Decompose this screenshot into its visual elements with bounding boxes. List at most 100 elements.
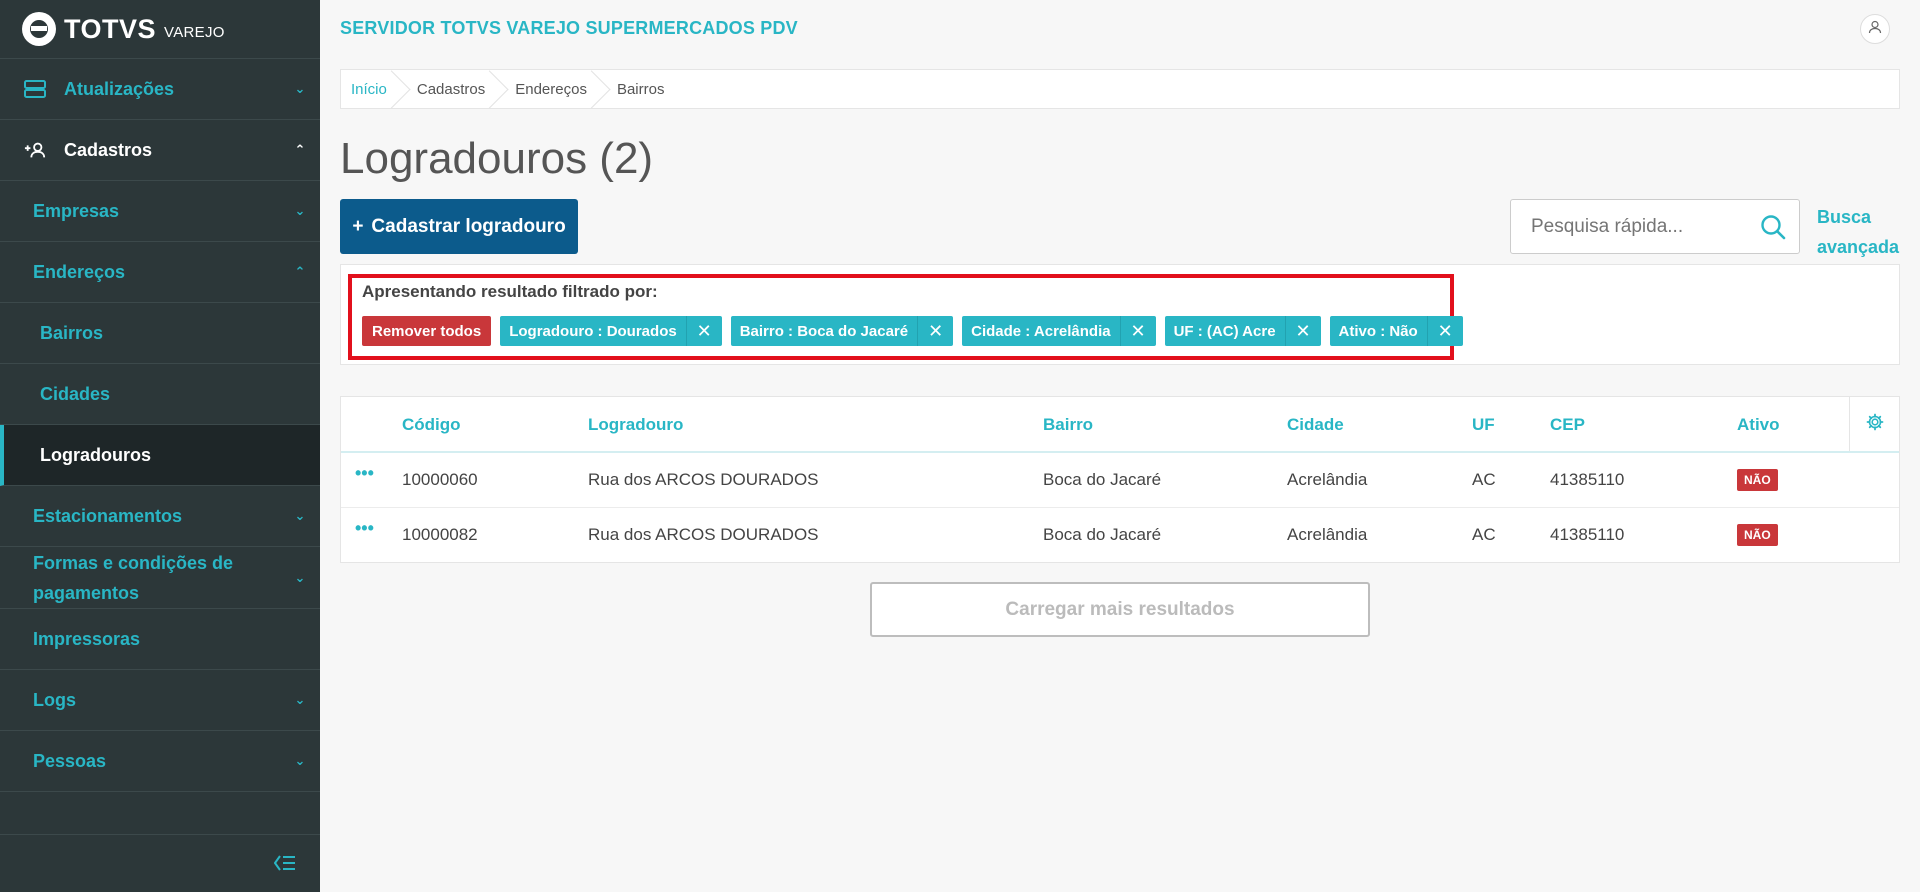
- brand-name: TOTVS: [64, 13, 157, 44]
- chevron-down-icon: ⌄: [294, 81, 306, 96]
- column-header-uf[interactable]: UF: [1472, 415, 1495, 435]
- table-row[interactable]: ••• 10000082 Rua dos ARCOS DOURADOS Boca…: [341, 508, 1899, 563]
- row-actions-icon[interactable]: •••: [355, 518, 374, 539]
- cell-cidade: Acrelândia: [1287, 525, 1368, 544]
- add-user-icon: [24, 141, 46, 159]
- results-table: Código Logradouro Bairro Cidade UF CEP A…: [340, 396, 1900, 563]
- filter-tag-label: UF : (AC) Acre: [1173, 322, 1276, 340]
- server-icon: [24, 80, 46, 98]
- close-icon[interactable]: ✕: [917, 316, 953, 346]
- sidebar-item-empresas[interactable]: Empresas ⌄: [0, 181, 320, 242]
- filter-tag-ativo: Ativo : Não ✕: [1329, 316, 1463, 346]
- column-header-bairro[interactable]: Bairro: [1043, 415, 1093, 435]
- chevron-up-icon: ⌃: [294, 142, 306, 157]
- sidebar-item-label: Estacionamentos: [33, 505, 183, 526]
- close-icon[interactable]: ✕: [685, 316, 722, 346]
- add-logradouro-label: Cadastrar logradouro: [371, 215, 566, 237]
- collapse-menu-icon: [273, 851, 296, 877]
- sidebar-item-atualizacoes[interactable]: Atualizações ⌄: [0, 59, 320, 120]
- sidebar-item-enderecos[interactable]: Endereços ⌃: [0, 242, 320, 303]
- column-header-ativo[interactable]: Ativo: [1737, 415, 1780, 435]
- sidebar-item-formas-pagamento[interactable]: Formas e condições de pagamentos ⌄: [0, 547, 320, 609]
- sidebar-item-cadastros[interactable]: Cadastros ⌃: [0, 120, 320, 181]
- sidebar-item-logs[interactable]: Logs ⌄: [0, 670, 320, 731]
- column-header-logradouro[interactable]: Logradouro: [588, 415, 683, 435]
- add-logradouro-button[interactable]: + Cadastrar logradouro: [340, 199, 578, 254]
- sidebar-item-logradouros[interactable]: Logradouros: [0, 425, 320, 486]
- column-header-codigo[interactable]: Código: [402, 415, 461, 435]
- filter-tag-label: Cidade : Acrelândia: [971, 322, 1111, 340]
- cell-codigo: 10000082: [402, 525, 478, 544]
- cell-logradouro: Rua dos ARCOS DOURADOS: [588, 470, 819, 489]
- sidebar-item-label: Atualizações: [64, 78, 175, 99]
- sidebar-item-label: Formas e condições de pagamentos: [33, 552, 234, 603]
- search-icon[interactable]: [1759, 213, 1787, 246]
- totvs-logo-icon: [22, 12, 56, 46]
- plus-icon: +: [352, 215, 364, 237]
- cell-codigo: 10000060: [402, 470, 478, 489]
- status-badge: NÃO: [1737, 524, 1778, 546]
- breadcrumb-cadastros[interactable]: Cadastros: [407, 70, 505, 108]
- filter-tag-label: Logradouro : Dourados: [509, 322, 677, 340]
- cell-cep: 41385110: [1550, 525, 1625, 544]
- sidebar-item-bairros[interactable]: Bairros: [0, 303, 320, 364]
- user-icon: [1868, 20, 1882, 39]
- brand-sub: VAREJO: [164, 23, 225, 41]
- sidebar-item-impressoras[interactable]: Impressoras: [0, 609, 320, 670]
- column-header-cep[interactable]: CEP: [1550, 415, 1585, 435]
- remove-all-filters-button[interactable]: Remover todos: [362, 316, 492, 346]
- cell-bairro: Boca do Jacaré: [1043, 470, 1162, 489]
- main-content: SERVIDOR TOTVS VAREJO SUPERMERCADOS PDV …: [320, 0, 1920, 892]
- close-icon[interactable]: ✕: [1426, 316, 1463, 346]
- chevron-down-icon: ⌄: [294, 203, 306, 218]
- advanced-search-link[interactable]: Busca avançada: [1817, 202, 1899, 262]
- cell-uf: AC: [1472, 470, 1496, 489]
- sidebar-item-cidades[interactable]: Cidades: [0, 364, 320, 425]
- sidebar-item-label: Bairros: [40, 322, 104, 343]
- chevron-down-icon: ⌄: [294, 692, 306, 707]
- filter-tag-bairro: Bairro : Boca do Jacaré ✕: [730, 316, 954, 346]
- filter-title: Apresentando resultado filtrado por:: [362, 282, 658, 301]
- chevron-down-icon: ⌄: [294, 508, 306, 523]
- sidebar: TOTVS VAREJO Atualizações ⌄ Cadastros ⌃ …: [0, 0, 320, 892]
- sidebar-item-label: Impressoras: [33, 628, 141, 649]
- page-title: Logradouros (2): [340, 134, 654, 183]
- sidebar-item-label: Empresas: [33, 200, 120, 221]
- sidebar-item-label: Endereços: [33, 261, 126, 282]
- chevron-up-icon: ⌃: [294, 264, 306, 279]
- close-icon[interactable]: ✕: [1284, 316, 1321, 346]
- gear-icon: [1866, 413, 1884, 436]
- chevron-down-icon: ⌄: [294, 569, 306, 585]
- filter-tag-logradouro: Logradouro : Dourados ✕: [500, 316, 722, 346]
- table-row[interactable]: ••• 10000060 Rua dos ARCOS DOURADOS Boca…: [341, 453, 1899, 508]
- filter-tag-uf: UF : (AC) Acre ✕: [1164, 316, 1321, 346]
- server-title: SERVIDOR TOTVS VAREJO SUPERMERCADOS PDV: [340, 18, 798, 38]
- filter-tag-label: Ativo : Não: [1338, 322, 1418, 340]
- row-actions-icon[interactable]: •••: [355, 463, 374, 484]
- table-settings-button[interactable]: [1849, 397, 1899, 451]
- close-icon[interactable]: ✕: [1119, 316, 1156, 346]
- sidebar-item-label: Logradouros: [40, 444, 151, 465]
- filter-tag-cidade: Cidade : Acrelândia ✕: [962, 316, 1156, 346]
- breadcrumb-bairros: Bairros: [616, 80, 665, 98]
- brand-logo[interactable]: TOTVS VAREJO: [0, 0, 320, 59]
- collapse-sidebar-button[interactable]: [0, 834, 320, 892]
- column-header-cidade[interactable]: Cidade: [1287, 415, 1344, 435]
- sidebar-item-estacionamentos[interactable]: Estacionamentos ⌄: [0, 486, 320, 547]
- sidebar-item-label: Cidades: [40, 383, 111, 404]
- status-badge: NÃO: [1737, 469, 1778, 491]
- breadcrumb: Início Cadastros Endereços Bairros: [340, 69, 1900, 109]
- sidebar-item-label: Pessoas: [33, 750, 107, 771]
- filter-panel: Apresentando resultado filtrado por: Rem…: [340, 264, 1900, 365]
- quick-search: [1510, 199, 1800, 254]
- user-menu-button[interactable]: [1860, 14, 1890, 44]
- load-more-button[interactable]: Carregar mais resultados: [870, 582, 1370, 637]
- breadcrumb-enderecos[interactable]: Endereços: [505, 70, 607, 108]
- sidebar-item-pessoas[interactable]: Pessoas ⌄: [0, 731, 320, 792]
- sidebar-item-label: Cadastros: [64, 139, 153, 160]
- quick-search-input[interactable]: [1531, 215, 1751, 238]
- chevron-down-icon: ⌄: [294, 753, 306, 768]
- cell-logradouro: Rua dos ARCOS DOURADOS: [588, 525, 819, 544]
- breadcrumb-inicio[interactable]: Início: [341, 70, 407, 108]
- filter-tags: Remover todos Logradouro : Dourados ✕ Ba…: [362, 316, 1463, 346]
